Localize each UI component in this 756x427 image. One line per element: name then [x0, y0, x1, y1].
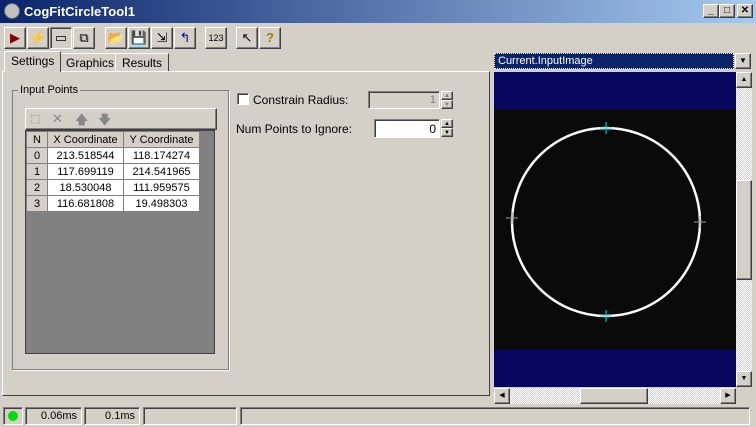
radius-input[interactable]: 1	[368, 91, 440, 109]
save-as-button[interactable]: ⇲	[151, 27, 173, 49]
image-select-dropdown-button[interactable]: ▼	[735, 53, 751, 69]
tab-graphics[interactable]: Graphics	[59, 53, 122, 72]
vertical-scrollbar[interactable]: ▲ ▼	[736, 72, 752, 387]
scroll-left-button[interactable]: ◀	[494, 388, 510, 404]
column-header-n[interactable]: N	[26, 131, 48, 148]
x-cell[interactable]: 213.518544	[47, 147, 124, 164]
radius-up-button[interactable]: ▲	[441, 91, 453, 100]
run-button[interactable]: ▶	[4, 27, 26, 49]
status-cell-3	[143, 407, 237, 425]
x-cell[interactable]: 116.681808	[47, 195, 124, 212]
points-table: N X Coordinate Y Coordinate 0 213.518544 1…	[26, 131, 200, 212]
title-bar: CogFitCircleTool1 _ □ ✕	[0, 0, 756, 23]
y-cell[interactable]: 214.541965	[123, 163, 200, 180]
table-row[interactable]: 2 18.530048 111.959575	[26, 179, 200, 196]
float-controls-button[interactable]: ⧉	[73, 27, 95, 49]
status-time-2: 0.1ms	[84, 407, 140, 425]
edit-region-button[interactable]: ↖	[236, 27, 258, 49]
input-points-label: Input Points	[18, 84, 81, 96]
row-index: 3	[26, 195, 48, 212]
status-cell-4	[240, 407, 750, 425]
reset-button[interactable]: ↰	[174, 27, 196, 49]
y-cell[interactable]: 118.174274	[123, 147, 200, 164]
y-cell[interactable]: 19.498303	[123, 195, 200, 212]
table-row[interactable]: 0 213.518544 118.174274	[26, 147, 200, 164]
open-button[interactable]: 📂	[105, 27, 127, 49]
num-points-down-button[interactable]: ▼	[441, 128, 453, 137]
save-button[interactable]: 💾	[128, 27, 150, 49]
vertical-scroll-thumb[interactable]	[736, 180, 752, 280]
status-time-1: 0.06ms	[25, 407, 82, 425]
image-display[interactable]	[494, 72, 736, 387]
table-row[interactable]: 3 116.681808 19.498303	[26, 195, 200, 212]
add-point-icon[interactable]: ⬚	[30, 112, 40, 125]
row-index: 2	[26, 179, 48, 196]
scroll-down-button[interactable]: ▼	[736, 371, 752, 387]
points-grid: N X Coordinate Y Coordinate 0 213.518544 1…	[25, 130, 215, 354]
close-button[interactable]: ✕	[737, 4, 753, 18]
row-index: 1	[26, 163, 48, 180]
window-title: CogFitCircleTool1	[24, 4, 135, 19]
horizontal-scroll-thumb[interactable]	[580, 388, 648, 404]
num-points-input[interactable]: 0	[374, 119, 440, 138]
column-header-y[interactable]: Y Coordinate	[123, 131, 200, 148]
show-controls-button[interactable]: ▭	[50, 27, 72, 49]
x-cell[interactable]: 117.699119	[47, 163, 124, 180]
tab-results[interactable]: Results	[115, 53, 170, 72]
column-header-x[interactable]: X Coordinate	[47, 131, 124, 148]
table-header: N X Coordinate Y Coordinate	[26, 131, 200, 148]
tab-settings[interactable]: Settings	[4, 51, 62, 72]
table-row[interactable]: 1 117.699119 214.541965	[26, 163, 200, 180]
delete-point-icon[interactable]: ✕	[52, 111, 63, 127]
scroll-up-button[interactable]: ▲	[736, 72, 752, 88]
x-cell[interactable]: 18.530048	[47, 179, 124, 196]
radius-down-button[interactable]: ▼	[441, 100, 453, 109]
numeric-button[interactable]: 123	[205, 27, 227, 49]
status-indicator-cell	[3, 407, 23, 425]
minimize-button[interactable]: _	[703, 4, 719, 18]
row-index: 0	[26, 147, 48, 164]
num-points-up-button[interactable]: ▲	[441, 119, 453, 128]
help-button[interactable]: ?	[259, 27, 281, 49]
constrain-radius-label: Constrain Radius:	[253, 93, 349, 107]
image-canvas	[494, 110, 736, 350]
constrain-radius-checkbox[interactable]	[237, 93, 249, 105]
scroll-right-button[interactable]: ▶	[720, 388, 736, 404]
status-led-icon	[8, 411, 18, 421]
electric-button[interactable]: ⚡	[27, 27, 49, 49]
y-cell[interactable]: 111.959575	[123, 179, 200, 196]
num-points-label: Num Points to Ignore:	[236, 122, 353, 136]
points-toolbar: ⬚ ✕ 🡅 🡇	[25, 108, 217, 130]
app-icon	[4, 3, 20, 19]
maximize-button[interactable]: □	[719, 4, 735, 18]
horizontal-scrollbar[interactable]: ◀ ▶	[494, 388, 736, 404]
image-select[interactable]: Current.InputImage	[494, 53, 734, 69]
